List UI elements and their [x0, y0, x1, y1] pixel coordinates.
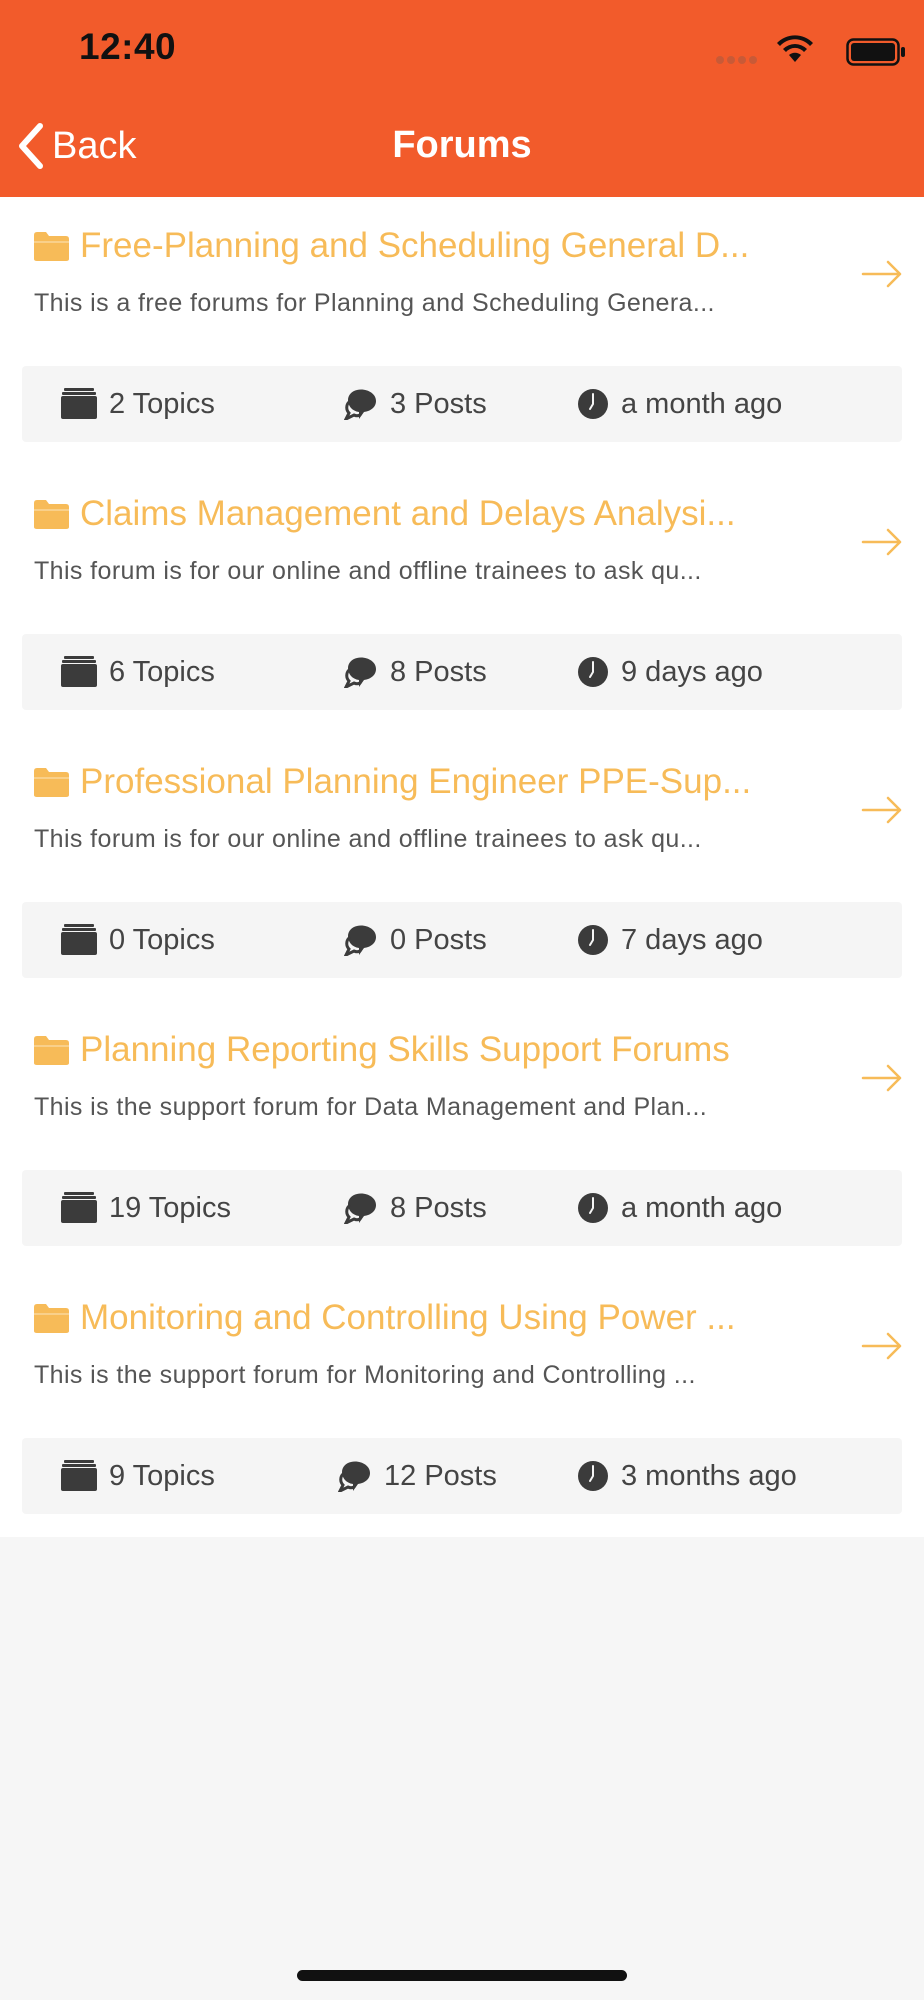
topics-icon: [61, 388, 97, 419]
forum-header: Monitoring and Controlling Using Power .…: [33, 1295, 814, 1341]
posts-stat: 0 Posts: [344, 902, 487, 978]
last-activity-stat: 7 days ago: [577, 902, 763, 978]
comments-icon: [344, 389, 376, 420]
last-activity: 9 days ago: [621, 655, 763, 688]
forum-item[interactable]: Planning Reporting Skills Support Forums…: [0, 1001, 924, 1269]
wifi-icon: [777, 35, 813, 62]
signal-icon: [716, 56, 760, 64]
folder-icon: [34, 767, 69, 797]
posts-stat: 12 Posts: [338, 1438, 497, 1514]
last-activity: 7 days ago: [621, 923, 763, 956]
topics-count: 9 Topics: [109, 1459, 215, 1492]
comments-icon: [344, 1193, 376, 1224]
forum-description: This is the support forum for Monitoring…: [34, 1361, 696, 1389]
topics-stat: 19 Topics: [61, 1170, 231, 1246]
clock-icon: [578, 925, 608, 955]
folder-icon: [34, 1303, 69, 1333]
topics-icon: [61, 1192, 97, 1223]
clock-icon: [578, 1461, 608, 1491]
forum-item[interactable]: Claims Management and Delays Analysi... …: [0, 465, 924, 733]
forum-title[interactable]: Professional Planning Engineer PPE-Sup..…: [80, 762, 814, 802]
posts-count: 0 Posts: [390, 923, 487, 956]
posts-count: 8 Posts: [390, 655, 487, 688]
topics-count: 0 Topics: [109, 923, 215, 956]
forum-title[interactable]: Planning Reporting Skills Support Forums: [80, 1030, 814, 1070]
forum-header: Planning Reporting Skills Support Forums: [33, 1027, 814, 1073]
last-activity-stat: 9 days ago: [577, 634, 763, 710]
status-time: 12:40: [79, 26, 177, 67]
forum-header: Claims Management and Delays Analysi...: [33, 491, 814, 537]
comments-icon: [344, 925, 376, 956]
forum-item[interactable]: Professional Planning Engineer PPE-Sup..…: [0, 733, 924, 1001]
forum-stats: 6 Topics 8 Posts 9 days ago: [22, 634, 902, 710]
last-activity-stat: a month ago: [577, 366, 782, 442]
arrow-right-icon[interactable]: [860, 252, 904, 296]
forum-stats: 9 Topics 12 Posts 3 months ago: [22, 1438, 902, 1514]
navigation-bar: 12:40 Back Forums: [0, 0, 924, 197]
arrow-right-icon[interactable]: [860, 1324, 904, 1368]
arrow-right-icon[interactable]: [860, 788, 904, 832]
folder-icon: [34, 231, 69, 261]
forum-stats: 19 Topics 8 Posts a month ago: [22, 1170, 902, 1246]
forum-header: Free-Planning and Scheduling General D..…: [33, 223, 814, 269]
battery-icon: [846, 38, 905, 66]
forum-item[interactable]: Monitoring and Controlling Using Power .…: [0, 1269, 924, 1537]
posts-count: 8 Posts: [390, 1191, 487, 1224]
forum-title[interactable]: Monitoring and Controlling Using Power .…: [80, 1298, 814, 1338]
last-activity: 3 months ago: [621, 1459, 797, 1492]
posts-count: 12 Posts: [384, 1459, 497, 1492]
posts-stat: 8 Posts: [344, 1170, 487, 1246]
topics-stat: 0 Topics: [61, 902, 215, 978]
topics-stat: 9 Topics: [61, 1438, 215, 1514]
last-activity: a month ago: [621, 387, 783, 420]
topics-stat: 6 Topics: [61, 634, 215, 710]
arrow-right-icon[interactable]: [860, 520, 904, 564]
home-indicator[interactable]: [297, 1970, 627, 1981]
folder-icon: [34, 499, 69, 529]
forum-list: Free-Planning and Scheduling General D..…: [0, 197, 924, 1537]
forum-item[interactable]: Free-Planning and Scheduling General D..…: [0, 197, 924, 465]
topics-stat: 2 Topics: [61, 366, 215, 442]
forum-description: This forum is for our online and offline…: [34, 825, 702, 853]
comments-icon: [338, 1461, 370, 1492]
forum-title[interactable]: Claims Management and Delays Analysi...: [80, 494, 814, 534]
clock-icon: [578, 1193, 608, 1223]
posts-stat: 8 Posts: [344, 634, 487, 710]
topics-count: 19 Topics: [109, 1191, 231, 1224]
posts-stat: 3 Posts: [344, 366, 487, 442]
comments-icon: [344, 657, 376, 688]
forum-description: This is the support forum for Data Manag…: [34, 1093, 708, 1121]
topics-icon: [61, 1460, 97, 1491]
folder-icon: [34, 1035, 69, 1065]
last-activity: a month ago: [621, 1191, 783, 1224]
posts-count: 3 Posts: [390, 387, 487, 420]
topics-count: 2 Topics: [109, 387, 215, 420]
forum-title[interactable]: Free-Planning and Scheduling General D..…: [80, 226, 814, 266]
page-title: Forums: [392, 124, 532, 166]
topics-icon: [61, 656, 97, 687]
forum-header: Professional Planning Engineer PPE-Sup..…: [33, 759, 814, 805]
topics-count: 6 Topics: [109, 655, 215, 688]
last-activity-stat: a month ago: [577, 1170, 782, 1246]
forum-stats: 0 Topics 0 Posts 7 days ago: [22, 902, 902, 978]
forum-description: This is a free forums for Planning and S…: [34, 289, 715, 317]
last-activity-stat: 3 months ago: [577, 1438, 797, 1514]
forum-description: This forum is for our online and offline…: [34, 557, 702, 585]
forum-stats: 2 Topics 3 Posts a month ago: [22, 366, 902, 442]
clock-icon: [578, 389, 608, 419]
arrow-right-icon[interactable]: [860, 1056, 904, 1100]
clock-icon: [578, 657, 608, 687]
topics-icon: [61, 924, 97, 955]
